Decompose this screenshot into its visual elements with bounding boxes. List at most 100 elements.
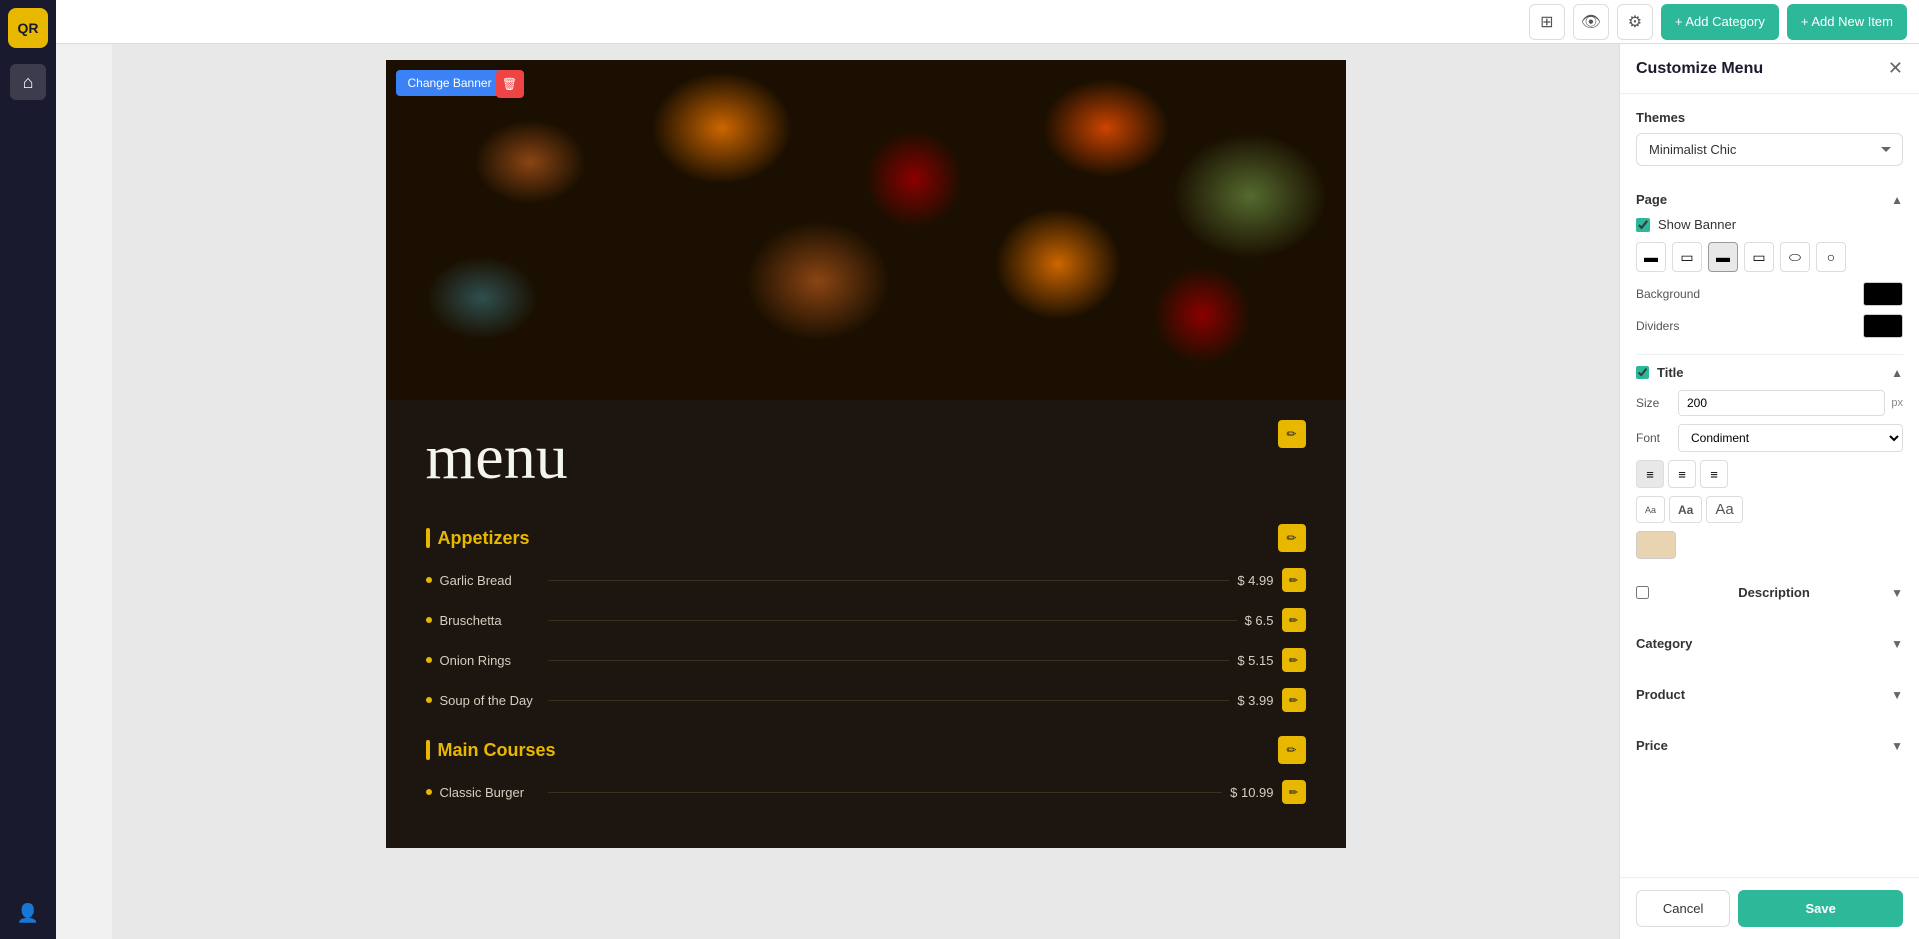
- background-color-swatch[interactable]: [1863, 282, 1903, 306]
- item-price: $ 5.15: [1237, 653, 1273, 668]
- save-button[interactable]: Save: [1738, 890, 1903, 927]
- font-row: Font Condiment Arial Georgia Roboto: [1636, 424, 1903, 452]
- description-section: Description ▼: [1636, 575, 1903, 610]
- item-price: $ 4.99: [1237, 573, 1273, 588]
- product-header[interactable]: Product ▼: [1636, 677, 1903, 712]
- item-bullet: [426, 577, 432, 583]
- shape-btn-rect-rounded[interactable]: ▭: [1744, 242, 1774, 272]
- title-section-label: Title: [1657, 365, 1883, 380]
- font-select[interactable]: Condiment Arial Georgia Roboto: [1678, 424, 1903, 452]
- background-label: Background: [1636, 287, 1700, 301]
- show-banner-label: Show Banner: [1658, 217, 1736, 232]
- category-edit-button-main-courses[interactable]: ✏: [1278, 736, 1306, 764]
- menu-title-edit-button[interactable]: ✏: [1278, 420, 1306, 448]
- product-label: Product: [1636, 687, 1685, 702]
- category-arrow: ▼: [1891, 637, 1903, 651]
- description-label: Description: [1738, 585, 1810, 600]
- item-price: $ 6.5: [1245, 613, 1274, 628]
- settings-icon-button[interactable]: ⚙: [1617, 4, 1653, 40]
- themes-section: Themes Minimalist Chic Classic Dark Mode…: [1636, 110, 1903, 166]
- align-center-button[interactable]: ≡: [1668, 460, 1696, 488]
- item-edit-button[interactable]: ✏: [1282, 648, 1306, 672]
- size-input[interactable]: [1678, 390, 1885, 416]
- delete-banner-button[interactable]: 🗑: [496, 70, 524, 98]
- title-section-arrow[interactable]: ▲: [1891, 366, 1903, 380]
- title-color-swatch[interactable]: [1636, 531, 1676, 559]
- category-header[interactable]: Category ▼: [1636, 626, 1903, 661]
- dividers-label: Dividers: [1636, 319, 1679, 333]
- description-checkbox[interactable]: [1636, 586, 1649, 599]
- size-label: Size: [1636, 396, 1672, 410]
- item-bullet: [426, 789, 432, 795]
- shape-btn-circle[interactable]: ○: [1816, 242, 1846, 272]
- dividers-color-swatch[interactable]: [1863, 314, 1903, 338]
- list-item: Bruschetta $ 6.5 ✏: [426, 604, 1306, 636]
- item-name: Onion Rings: [440, 653, 540, 668]
- page-section-header[interactable]: Page ▲: [1636, 182, 1903, 217]
- app-logo[interactable]: QR: [8, 8, 48, 48]
- font-size-large-button[interactable]: Aa: [1706, 496, 1742, 523]
- add-category-button[interactable]: + Add Category: [1661, 4, 1779, 40]
- price-header[interactable]: Price ▼: [1636, 728, 1903, 763]
- list-item: Classic Burger $ 10.99 ✏: [426, 776, 1306, 808]
- dividers-color-row: Dividers: [1636, 314, 1903, 338]
- list-item: Soup of the Day $ 3.99 ✏: [426, 684, 1306, 716]
- sidebar-item-home[interactable]: ⌂: [10, 64, 46, 100]
- theme-select[interactable]: Minimalist Chic Classic Dark Modern Ligh…: [1636, 133, 1903, 166]
- category-main-courses: Main Courses ✏ Classic Burger $ 10.99 ✏: [426, 736, 1306, 808]
- font-size-small-button[interactable]: Aa: [1636, 496, 1665, 523]
- shape-row: ▬ ▭ ▬ ▭ ⬭ ○: [1636, 242, 1903, 272]
- panel-footer: Cancel Save: [1620, 877, 1919, 939]
- menu-title: menu: [426, 420, 1306, 494]
- title-checkbox[interactable]: [1636, 366, 1649, 379]
- shape-btn-rect-full[interactable]: ▬: [1636, 242, 1666, 272]
- category-header-main-courses: Main Courses ✏: [426, 736, 1306, 764]
- show-banner-checkbox[interactable]: [1636, 218, 1650, 232]
- eye-icon-button[interactable]: 👁: [1573, 4, 1609, 40]
- shape-btn-rect-border[interactable]: ▭: [1672, 242, 1702, 272]
- item-edit-button[interactable]: ✏: [1282, 608, 1306, 632]
- item-edit-button[interactable]: ✏: [1282, 688, 1306, 712]
- category-edit-button-appetizers[interactable]: ✏: [1278, 524, 1306, 552]
- align-left-button[interactable]: ≡: [1636, 460, 1664, 488]
- shape-btn-oval[interactable]: ⬭: [1780, 242, 1810, 272]
- item-edit-button[interactable]: ✏: [1282, 780, 1306, 804]
- cancel-button[interactable]: Cancel: [1636, 890, 1730, 927]
- item-line: [548, 580, 1230, 581]
- add-item-button[interactable]: + Add New Item: [1787, 4, 1907, 40]
- item-edit-button[interactable]: ✏: [1282, 568, 1306, 592]
- category-section: Category ▼: [1636, 626, 1903, 661]
- description-header[interactable]: Description ▼: [1636, 575, 1903, 610]
- category-appetizers: Appetizers ✏ Garlic Bread $ 4.99 ✏ Brusc…: [426, 524, 1306, 716]
- title-section: Title ▲ Size px Font Condiment Arial Geo…: [1636, 354, 1903, 559]
- list-item: Onion Rings $ 5.15 ✏: [426, 644, 1306, 676]
- item-bullet: [426, 697, 432, 703]
- panel-title: Customize Menu: [1636, 60, 1763, 78]
- category-title-main-courses: Main Courses: [438, 740, 556, 761]
- panel-header: Customize Menu ✕: [1620, 44, 1919, 94]
- category-bar: [426, 740, 430, 760]
- size-row: Size px: [1636, 390, 1903, 416]
- change-banner-button[interactable]: Change Banner: [396, 70, 504, 96]
- font-label: Font: [1636, 431, 1672, 445]
- banner-area: Change Banner 🗑: [386, 60, 1346, 400]
- align-row: ≡ ≡ ≡: [1636, 460, 1903, 488]
- close-panel-button[interactable]: ✕: [1888, 58, 1903, 79]
- sidebar-item-users[interactable]: 👤: [10, 895, 46, 931]
- font-size-medium-button[interactable]: Aa: [1669, 496, 1702, 523]
- item-line: [548, 700, 1230, 701]
- background-color-row: Background: [1636, 282, 1903, 306]
- customize-panel: Customize Menu ✕ Themes Minimalist Chic …: [1619, 44, 1919, 939]
- menu-content: menu ✏ Appetizers ✏ Garlic Bread: [386, 400, 1346, 848]
- title-section-header: Title ▲: [1636, 354, 1903, 390]
- align-right-button[interactable]: ≡: [1700, 460, 1728, 488]
- panel-body: Themes Minimalist Chic Classic Dark Mode…: [1620, 94, 1919, 877]
- qr-icon-button[interactable]: ⊞: [1529, 4, 1565, 40]
- item-line: [548, 792, 1223, 793]
- shape-btn-rect-dark[interactable]: ▬: [1708, 242, 1738, 272]
- category-label: Category: [1636, 636, 1692, 651]
- font-size-row: Aa Aa Aa: [1636, 496, 1903, 523]
- description-arrow: ▼: [1891, 586, 1903, 600]
- show-banner-row: Show Banner: [1636, 217, 1903, 232]
- menu-preview[interactable]: Change Banner 🗑 menu ✏ Appetizers ✏: [112, 44, 1619, 939]
